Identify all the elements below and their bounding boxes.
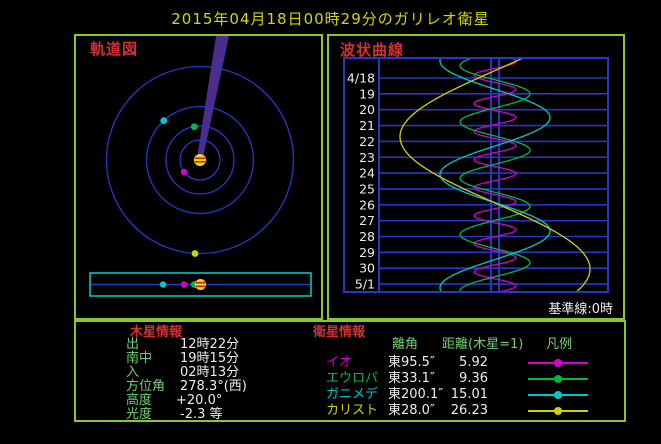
jupiter-symbol [194,154,206,166]
info-value: 278.3°(西) [180,380,247,394]
date-tick-label: 21 [359,118,375,133]
baseline-note: 基準線:0時 [548,298,613,317]
date-tick-label: 30 [359,261,375,276]
date-tick-label: 4/18 [347,71,375,86]
date-tick-label: 19 [359,86,375,101]
jupiter-symbol [195,279,206,290]
column-header-legend: 凡例 [546,338,572,352]
moon-callisto-dot [192,250,199,257]
wave-chart: 4/181920212223242526272829305/1 [329,36,623,318]
date-tick-label: 22 [359,134,375,149]
date-tick-label: 26 [359,197,375,212]
satellite-name: カリスト [326,404,378,418]
info-value: 19時15分 [180,352,239,366]
wave-panel: 4/181920212223242526272829305/1 波状曲線 基準線… [327,34,625,320]
legend-dot [554,359,562,367]
column-header-distance: 距離(木星=1) [442,338,523,352]
satellite-distance: 26.23 [428,404,488,418]
date-tick-label: 23 [359,150,375,165]
legend-dot [554,407,562,415]
legend-swatch [528,388,588,402]
legend-dot [554,375,562,383]
date-tick-label: 28 [359,229,375,244]
column-header-elongation: 離角 [392,338,418,352]
moon-io-dot [181,169,187,175]
satellite-distance: 5.92 [428,356,488,370]
wave-panel-title: 波状曲線 [340,39,404,60]
date-tick-label: 25 [359,181,375,196]
info-value: +20.0° [176,394,222,408]
orbit-panel-title: 軌道図 [90,38,138,59]
moon-europa-dot [191,123,198,130]
legend-swatch [528,356,588,370]
satellite-name: イオ [326,356,352,370]
date-tick-label: 5/1 [355,277,375,292]
info-label: 入 [126,366,139,380]
date-tick-label: 24 [359,166,375,181]
satellite-distance: 15.01 [428,388,488,402]
info-value: 02時13分 [180,366,239,380]
moon-ganymede-dot [160,117,167,124]
date-tick-label: 29 [359,245,375,260]
legend-swatch [528,372,588,386]
strip-moon-ganymede-dot [160,281,166,287]
app-window: { "title": "2015年04月18日00時29分のガリレオ衛星", "… [0,0,661,444]
info-panel: 木星情報 出 12時22分 南中 19時15分 入 02時13分 方位角 278… [74,320,626,422]
orbit-panel: 軌道図 [74,34,323,320]
strip-moon-io-dot [181,281,187,287]
satellite-name: エウロパ [326,372,378,386]
legend-dot [554,391,562,399]
satellite-name: ガニメデ [326,388,378,402]
info-label: 南中 [126,352,152,366]
orbit-diagram [76,36,321,318]
legend-swatch [528,404,588,418]
info-label: 方位角 [126,380,165,394]
satellite-info-title: 衛星情報 [313,326,365,340]
info-value: 12時22分 [180,338,239,352]
satellite-distance: 9.36 [428,372,488,386]
info-label: 光度 [126,408,152,422]
date-tick-label: 27 [359,213,375,228]
info-value: -2.3 等 [180,408,223,422]
date-tick-label: 20 [359,102,375,117]
info-label: 高度 [126,394,152,408]
info-label: 出 [126,338,139,352]
page-title: 2015年04月18日00時29分のガリレオ衛星 [0,8,661,29]
